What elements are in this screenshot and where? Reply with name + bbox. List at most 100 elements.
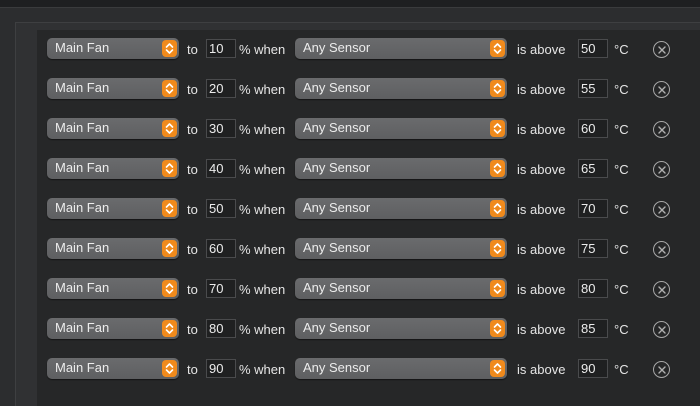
percent-field[interactable]: 70 xyxy=(206,279,236,298)
above-label: is above xyxy=(517,242,566,257)
percent-field[interactable]: 40 xyxy=(206,159,236,178)
above-label: is above xyxy=(517,202,566,217)
fan-select[interactable]: Main Fan xyxy=(47,238,179,259)
sensor-select[interactable]: Any Sensor xyxy=(295,358,507,379)
percent-field[interactable]: 10 xyxy=(206,39,236,58)
up-down-chevron-icon xyxy=(490,360,505,377)
sensor-select[interactable]: Any Sensor xyxy=(295,238,507,259)
to-label: to xyxy=(187,362,198,377)
close-circle-icon xyxy=(657,365,666,374)
remove-rule-button[interactable] xyxy=(653,81,670,98)
sensor-select[interactable]: Any Sensor xyxy=(295,318,507,339)
remove-rule-button[interactable] xyxy=(653,321,670,338)
to-label: to xyxy=(187,202,198,217)
remove-rule-button[interactable] xyxy=(653,361,670,378)
sensor-select[interactable]: Any Sensor xyxy=(295,118,507,139)
temperature-field[interactable]: 90 xyxy=(578,359,608,378)
up-down-chevron-icon xyxy=(490,280,505,297)
close-circle-icon xyxy=(657,325,666,334)
remove-rule-button[interactable] xyxy=(653,241,670,258)
up-down-chevron-icon xyxy=(162,160,177,177)
fan-select[interactable]: Main Fan xyxy=(47,278,179,299)
sensor-select-label: Any Sensor xyxy=(303,280,371,295)
rule-row: Main Fan to 10 % when Any Sensor is abov… xyxy=(37,31,700,71)
fan-select[interactable]: Main Fan xyxy=(47,158,179,179)
above-label: is above xyxy=(517,122,566,137)
when-label: % when xyxy=(239,362,286,377)
temperature-field[interactable]: 55 xyxy=(578,79,608,98)
fan-select-label: Main Fan xyxy=(55,280,110,295)
unit-label: °C xyxy=(614,362,629,377)
temperature-field[interactable]: 60 xyxy=(578,119,608,138)
sensor-select[interactable]: Any Sensor xyxy=(295,198,507,219)
when-label: % when xyxy=(239,202,286,217)
fan-select[interactable]: Main Fan xyxy=(47,358,179,379)
up-down-chevron-icon xyxy=(162,320,177,337)
rule-row: Main Fan to 40 % when Any Sensor is abov… xyxy=(37,151,700,191)
close-circle-icon xyxy=(657,165,666,174)
sensor-select[interactable]: Any Sensor xyxy=(295,38,507,59)
rule-row: Main Fan to 60 % when Any Sensor is abov… xyxy=(37,231,700,271)
percent-field[interactable]: 20 xyxy=(206,79,236,98)
temperature-field[interactable]: 75 xyxy=(578,239,608,258)
percent-field[interactable]: 30 xyxy=(206,119,236,138)
sensor-select-label: Any Sensor xyxy=(303,120,371,135)
percent-field[interactable]: 90 xyxy=(206,359,236,378)
up-down-chevron-icon xyxy=(490,40,505,57)
up-down-chevron-icon xyxy=(162,360,177,377)
rule-row: Main Fan to 20 % when Any Sensor is abov… xyxy=(37,71,700,111)
when-label: % when xyxy=(239,82,286,97)
when-label: % when xyxy=(239,162,286,177)
unit-label: °C xyxy=(614,202,629,217)
temperature-field[interactable]: 50 xyxy=(578,39,608,58)
up-down-chevron-icon xyxy=(162,40,177,57)
title-bar xyxy=(0,0,700,8)
remove-rule-button[interactable] xyxy=(653,281,670,298)
up-down-chevron-icon xyxy=(162,240,177,257)
when-label: % when xyxy=(239,322,286,337)
unit-label: °C xyxy=(614,42,629,57)
unit-label: °C xyxy=(614,122,629,137)
fan-select[interactable]: Main Fan xyxy=(47,318,179,339)
percent-field[interactable]: 80 xyxy=(206,319,236,338)
close-circle-icon xyxy=(657,125,666,134)
up-down-chevron-icon xyxy=(162,280,177,297)
when-label: % when xyxy=(239,242,286,257)
to-label: to xyxy=(187,82,198,97)
fan-select[interactable]: Main Fan xyxy=(47,38,179,59)
above-label: is above xyxy=(517,362,566,377)
sensor-select[interactable]: Any Sensor xyxy=(295,78,507,99)
sensor-select[interactable]: Any Sensor xyxy=(295,278,507,299)
fan-select-label: Main Fan xyxy=(55,240,110,255)
temperature-field[interactable]: 65 xyxy=(578,159,608,178)
rule-row: Main Fan to 30 % when Any Sensor is abov… xyxy=(37,111,700,151)
rules-list: Main Fan to 10 % when Any Sensor is abov… xyxy=(37,30,700,406)
temperature-field[interactable]: 85 xyxy=(578,319,608,338)
up-down-chevron-icon xyxy=(490,200,505,217)
above-label: is above xyxy=(517,42,566,57)
to-label: to xyxy=(187,42,198,57)
to-label: to xyxy=(187,162,198,177)
fan-select[interactable]: Main Fan xyxy=(47,198,179,219)
close-circle-icon xyxy=(657,45,666,54)
rule-row: Main Fan to 50 % when Any Sensor is abov… xyxy=(37,191,700,231)
percent-field[interactable]: 50 xyxy=(206,199,236,218)
when-label: % when xyxy=(239,42,286,57)
fan-select[interactable]: Main Fan xyxy=(47,118,179,139)
remove-rule-button[interactable] xyxy=(653,41,670,58)
close-circle-icon xyxy=(657,85,666,94)
temperature-field[interactable]: 80 xyxy=(578,279,608,298)
fan-select-label: Main Fan xyxy=(55,360,110,375)
temperature-field[interactable]: 70 xyxy=(578,199,608,218)
remove-rule-button[interactable] xyxy=(653,161,670,178)
above-label: is above xyxy=(517,282,566,297)
percent-field[interactable]: 60 xyxy=(206,239,236,258)
remove-rule-button[interactable] xyxy=(653,201,670,218)
fan-select-label: Main Fan xyxy=(55,320,110,335)
up-down-chevron-icon xyxy=(490,240,505,257)
sensor-select-label: Any Sensor xyxy=(303,360,371,375)
fan-select[interactable]: Main Fan xyxy=(47,78,179,99)
sensor-select[interactable]: Any Sensor xyxy=(295,158,507,179)
unit-label: °C xyxy=(614,162,629,177)
remove-rule-button[interactable] xyxy=(653,121,670,138)
